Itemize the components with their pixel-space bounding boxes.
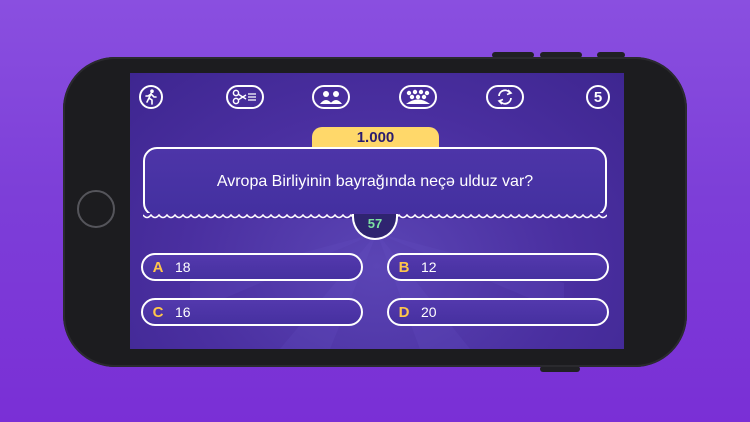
level-number: 5 xyxy=(593,88,603,106)
switch-question-icon xyxy=(497,89,513,105)
phone-friend-button[interactable] xyxy=(312,85,350,109)
answer-c-button[interactable]: C 16 xyxy=(141,298,363,326)
answer-letter: B xyxy=(398,258,410,276)
timer-value: 57 xyxy=(367,216,383,231)
walk-away-button[interactable] xyxy=(139,85,163,109)
answer-text: 12 xyxy=(421,259,437,275)
level-badge: 5 xyxy=(586,85,610,109)
question-box: Avropa Birliyinin bayrağında neçə ulduz … xyxy=(143,147,607,217)
answer-text: 18 xyxy=(175,259,191,275)
home-button[interactable] xyxy=(77,190,115,228)
answer-b-button[interactable]: B 12 xyxy=(387,253,609,281)
ask-audience-button[interactable] xyxy=(399,85,437,109)
answer-text: 16 xyxy=(175,304,191,320)
answer-d-button[interactable]: D 20 xyxy=(387,298,609,326)
answer-letter: D xyxy=(398,303,410,321)
prize-amount: 1.000 xyxy=(312,127,439,147)
switch-question-button[interactable] xyxy=(486,85,524,109)
fifty-fifty-button[interactable] xyxy=(226,85,264,109)
game-screen: 5 1.000 Avropa Birliyinin bayrağında neç… xyxy=(130,73,624,349)
answer-a-button[interactable]: A 18 xyxy=(141,253,363,281)
answer-letter: C xyxy=(152,303,164,321)
question-text: Avropa Birliyinin bayrağında neçə ulduz … xyxy=(216,173,534,190)
phone-friend-icon xyxy=(320,91,342,104)
ask-audience-icon xyxy=(406,89,430,104)
walk-away-icon xyxy=(145,89,157,105)
answer-text: 20 xyxy=(421,304,437,320)
fifty-fifty-icon xyxy=(232,89,256,105)
answer-letter: A xyxy=(152,258,164,276)
